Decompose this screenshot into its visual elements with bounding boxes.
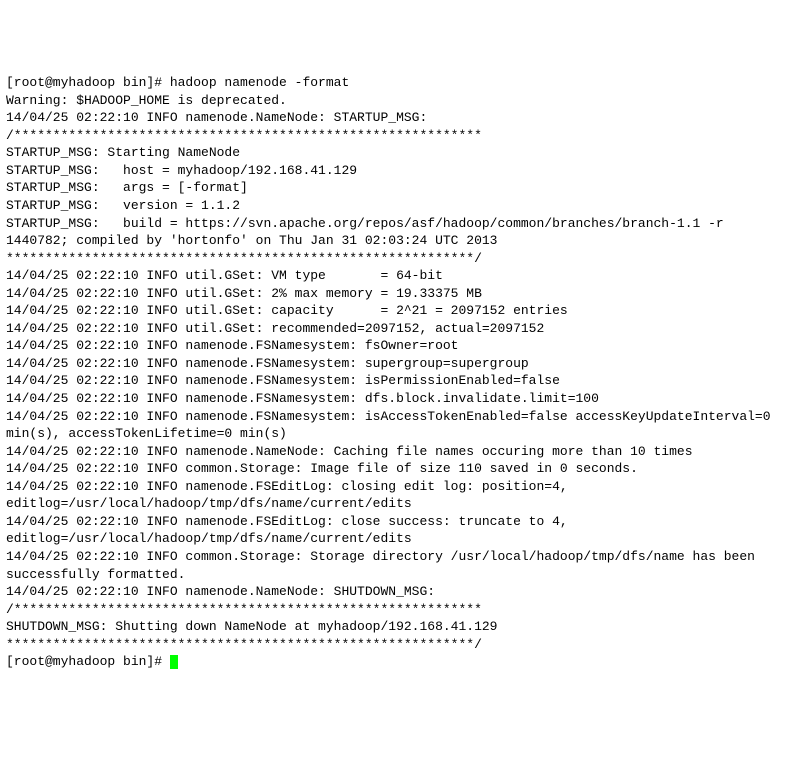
output-line: 14/04/25 02:22:10 INFO namenode.FSNamesy… — [6, 390, 791, 408]
prompt-line: [root@myhadoop bin]# — [6, 653, 791, 671]
output-line: 14/04/25 02:22:10 INFO namenode.FSNamesy… — [6, 372, 791, 390]
output-line: STARTUP_MSG: Starting NameNode — [6, 144, 791, 162]
prompt-line: [root@myhadoop bin]# hadoop namenode -fo… — [6, 74, 791, 92]
output-line: /***************************************… — [6, 127, 791, 145]
output-line: ****************************************… — [6, 636, 791, 654]
output-line: STARTUP_MSG: host = myhadoop/192.168.41.… — [6, 162, 791, 180]
output-line: 14/04/25 02:22:10 INFO util.GSet: capaci… — [6, 302, 791, 320]
output-line: 14/04/25 02:22:10 INFO namenode.FSNamesy… — [6, 408, 791, 443]
output-line: 14/04/25 02:22:10 INFO util.GSet: recomm… — [6, 320, 791, 338]
shell-prompt: [root@myhadoop bin]# — [6, 654, 170, 669]
output-line: 14/04/25 02:22:10 INFO namenode.NameNode… — [6, 109, 791, 127]
output-line: Warning: $HADOOP_HOME is deprecated. — [6, 92, 791, 110]
output-line: SHUTDOWN_MSG: Shutting down NameNode at … — [6, 618, 791, 636]
output-line: /***************************************… — [6, 601, 791, 619]
shell-prompt: [root@myhadoop bin]# — [6, 75, 170, 90]
output-line: 14/04/25 02:22:10 INFO namenode.NameNode… — [6, 583, 791, 601]
output-line: 14/04/25 02:22:10 INFO util.GSet: VM typ… — [6, 267, 791, 285]
output-line: ****************************************… — [6, 250, 791, 268]
command-text: hadoop namenode -format — [170, 75, 349, 90]
output-line: 14/04/25 02:22:10 INFO namenode.NameNode… — [6, 443, 791, 461]
output-line: 14/04/25 02:22:10 INFO namenode.FSNamesy… — [6, 355, 791, 373]
output-line: 14/04/25 02:22:10 INFO namenode.FSNamesy… — [6, 337, 791, 355]
output-line: 14/04/25 02:22:10 INFO util.GSet: 2% max… — [6, 285, 791, 303]
output-line: 14/04/25 02:22:10 INFO namenode.FSEditLo… — [6, 513, 791, 548]
output-line: STARTUP_MSG: build = https://svn.apache.… — [6, 215, 791, 250]
cursor-icon — [170, 655, 178, 669]
output-line: 14/04/25 02:22:10 INFO namenode.FSEditLo… — [6, 478, 791, 513]
terminal-output[interactable]: [root@myhadoop bin]# hadoop namenode -fo… — [6, 74, 791, 671]
output-line: 14/04/25 02:22:10 INFO common.Storage: I… — [6, 460, 791, 478]
output-line: STARTUP_MSG: version = 1.1.2 — [6, 197, 791, 215]
output-line: 14/04/25 02:22:10 INFO common.Storage: S… — [6, 548, 791, 583]
output-line: STARTUP_MSG: args = [-format] — [6, 179, 791, 197]
